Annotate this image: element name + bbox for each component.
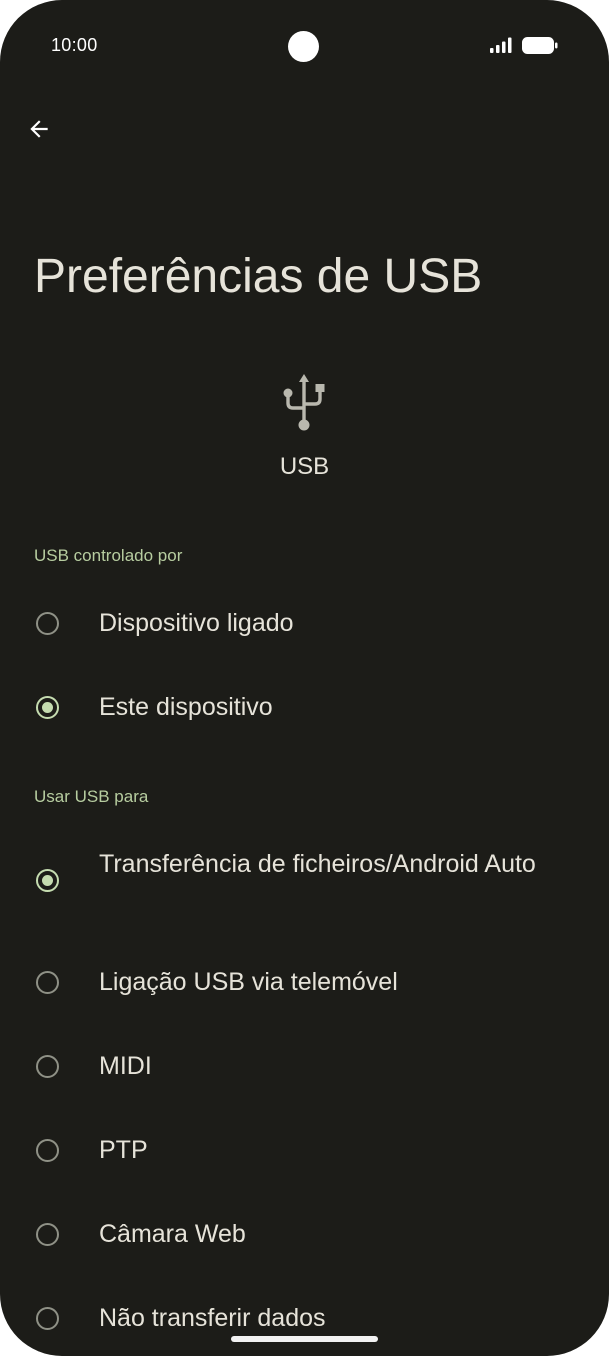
- radio-option-usb-tethering[interactable]: Ligação USB via telemóvel: [0, 950, 609, 1014]
- radio-button-selected[interactable]: [36, 696, 59, 719]
- section-header-usb-controlled-by: USB controlado por: [34, 546, 183, 565]
- radio-option-midi[interactable]: MIDI: [0, 1034, 609, 1098]
- radio-option-este-dispositivo[interactable]: Este dispositivo: [0, 676, 609, 740]
- radio-button[interactable]: [36, 1223, 59, 1246]
- battery-icon: [522, 37, 558, 54]
- home-indicator[interactable]: [231, 1336, 378, 1342]
- radio-button[interactable]: [36, 1055, 59, 1078]
- status-time: 10:00: [51, 35, 98, 55]
- section-header-use-usb-for: Usar USB para: [34, 787, 149, 806]
- phone-screen: 10:00 Preferências de USB USB USB contro…: [0, 0, 609, 1356]
- radio-option-ptp[interactable]: PTP: [0, 1118, 609, 1182]
- radio-button-selected[interactable]: [36, 869, 59, 892]
- radio-option-dispositivo-ligado[interactable]: Dispositivo ligado: [0, 592, 609, 656]
- option-label: Dispositivo ligado: [99, 609, 294, 637]
- radio-button[interactable]: [36, 971, 59, 994]
- option-label: Ligação USB via telemóvel: [99, 968, 398, 996]
- status-bar: 10:00: [0, 0, 609, 92]
- radio-button[interactable]: [36, 1307, 59, 1330]
- back-button[interactable]: [18, 108, 60, 150]
- usb-icon: [283, 374, 325, 431]
- camera-cutout: [288, 31, 319, 62]
- option-label: Câmara Web: [99, 1220, 246, 1248]
- option-label: Não transferir dados: [99, 1304, 326, 1332]
- option-label: Este dispositivo: [99, 693, 273, 721]
- page-title: Preferências de USB: [34, 250, 483, 303]
- option-label: PTP: [99, 1136, 148, 1164]
- radio-button[interactable]: [36, 612, 59, 635]
- radio-option-webcam[interactable]: Câmara Web: [0, 1202, 609, 1266]
- signal-icon: [490, 37, 512, 53]
- option-label: Transferência de ficheiros/Android Auto: [99, 850, 536, 878]
- radio-option-file-transfer[interactable]: Transferência de ficheiros/Android Auto: [0, 830, 609, 932]
- usb-label: USB: [279, 453, 330, 480]
- option-label: MIDI: [99, 1052, 152, 1080]
- arrow-back-icon: [30, 120, 48, 138]
- radio-button[interactable]: [36, 1139, 59, 1162]
